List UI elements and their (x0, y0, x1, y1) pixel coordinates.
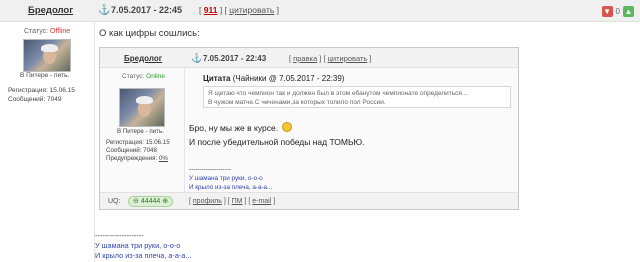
avatar[interactable] (119, 88, 165, 127)
signature-line: И крыло из-за плеча, а-а-а... (189, 184, 273, 191)
status-label: Статус: (122, 73, 145, 80)
status-online: Online (146, 73, 165, 80)
uq-badge[interactable]: ⊖ 44444 ⊕ (128, 196, 174, 207)
author-status: Статус: Offline (24, 28, 70, 35)
thumbs-down-icon[interactable]: ▼ (601, 5, 613, 17)
embedded-author-link[interactable]: Бредолог (124, 54, 162, 63)
profile-link[interactable]: профиль (193, 198, 222, 205)
registration-date: Регистрация: 15.06.15 (106, 139, 170, 146)
anchor-icon[interactable]: ⚓ (191, 53, 202, 64)
embedded-quote-link[interactable]: цитировать (328, 54, 368, 63)
status-offline: Offline (50, 28, 71, 35)
uq-label: UQ: (108, 198, 121, 205)
quote-label: Цитата (203, 74, 231, 83)
author-stats: Регистрация: 15.06.15 Сообщений: 7049 (8, 86, 75, 104)
message-line: Бро, ну мы же в курсе. (189, 123, 279, 133)
quote-box: Я щетаю что чемпион так и должен был в э… (203, 86, 511, 108)
edit-link[interactable]: правка (293, 54, 317, 63)
message-count: Сообщений: 7048 (106, 147, 157, 154)
embedded-signature: -------------------- У шамана три руки, … (189, 165, 272, 192)
thumbs-up-icon[interactable]: ▲ (623, 5, 634, 17)
post-number-link[interactable]: 911 (204, 5, 218, 15)
quote-line: В чужом матче.С чеченами,за которых топи… (208, 99, 386, 106)
post-header: Бредолог ⚓ 7.05.2017 - 22:45 [ 911 ] [ ц… (0, 0, 640, 22)
embedded-post-date: 7.05.2017 - 22:43 (203, 54, 267, 63)
signature-divider: -------------------- (189, 166, 231, 173)
avatar[interactable] (23, 39, 71, 72)
embedded-author-status: Статус: Online (122, 73, 165, 80)
anchor-icon[interactable]: ⚓ (98, 5, 110, 16)
warnings-value[interactable]: 0% (159, 155, 168, 162)
embedded-author-stats: Регистрация: 15.06.15 Сообщений: 7048 Пр… (106, 139, 170, 163)
embedded-post-header: Бредолог ⚓ 7.05.2017 - 22:43 [ правка ] … (100, 48, 518, 68)
vote-controls: ▼ 0 ▲ (601, 4, 634, 18)
embedded-column-divider (184, 68, 185, 192)
votes-down-count: 0 (615, 6, 620, 16)
signature-line: И крыло из-за плеча, а-а-а... (95, 251, 192, 260)
signature-line: У шамана три руки, о-о-о (95, 241, 181, 250)
embedded-message: Бро, ну мы же в курсе. И после убедитель… (189, 121, 364, 149)
post-text: О как цифры сошлись: (99, 28, 200, 39)
post-number-block: [ 911 ] [ цитировать ] (199, 5, 279, 15)
embedded-post-footer: UQ: ⊖ 44444 ⊕ [ профиль ] [ ПМ ] [ e-mai… (100, 192, 518, 209)
forum-post: Бредолог ⚓ 7.05.2017 - 22:45 [ 911 ] [ ц… (0, 0, 640, 262)
message-line: И после убедительной победы над ТОМЬЮ. (189, 137, 365, 147)
status-label: Статус: (24, 28, 49, 35)
embedded-author-location: В Питере - пить. (117, 128, 164, 135)
author-name-link[interactable]: Бредолог (28, 5, 73, 16)
signature-divider: -------------------- (95, 231, 144, 240)
email-link[interactable]: e-mail (252, 198, 271, 205)
author-location: В Питере - пить. (20, 72, 70, 79)
quote-link[interactable]: цитировать (229, 5, 274, 15)
column-divider (94, 22, 95, 262)
signature-line: У шамана три руки, о-о-о (189, 175, 263, 182)
quote-line: Я щетаю что чемпион так и должен был в э… (208, 90, 468, 97)
quote-title: Цитата (Чайники @ 7.05.2017 - 22:39) (203, 74, 344, 83)
warnings: Предупреждения: 0% (106, 155, 170, 163)
warnings-label: Предупреждения: (106, 155, 158, 162)
uq-value: 44444 (140, 198, 161, 205)
message-count: Сообщений: 7049 (8, 96, 62, 103)
footer-links: [ профиль ] [ ПМ ] [ e-mail ] (189, 198, 276, 205)
quote-source: (Чайники @ 7.05.2017 - 22:39) (232, 74, 345, 83)
embedded-post: Бредолог ⚓ 7.05.2017 - 22:43 [ правка ] … (99, 47, 519, 210)
pm-link[interactable]: ПМ (232, 198, 243, 205)
registration-date: Регистрация: 15.06.15 (8, 87, 75, 94)
embedded-header-links: [ правка ] [ цитировать ] (289, 54, 372, 63)
post-date: 7.05.2017 - 22:45 (111, 5, 183, 15)
smile-icon (282, 122, 293, 132)
post-signature: -------------------- У шамана три руки, … (95, 231, 192, 261)
